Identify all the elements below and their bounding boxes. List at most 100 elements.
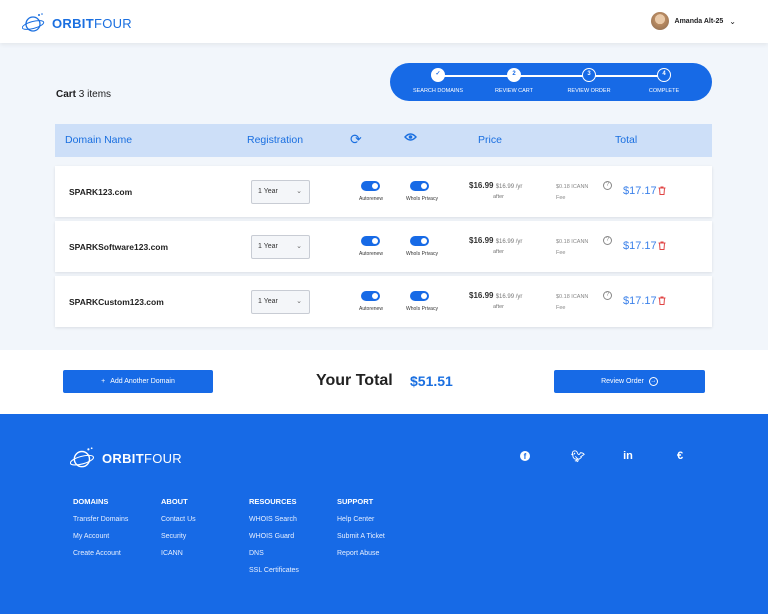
footer-link[interactable]: Create Account [73,550,128,557]
fee-label: Fee [556,195,566,201]
whois-privacy-label: WhoIs Privacy [406,306,438,312]
footer-column-about: ABOUT Contact Us Security ICANN [161,497,196,567]
footer-logo[interactable]: ORBITFOUR [70,446,182,470]
step-number: 2 [507,68,521,82]
footer-column-support: SUPPORT Help Center Submit A Ticket Report … [337,497,385,567]
cart-row: SPARKSoftware123.com 1 Year ⌄ Autorenew W… [55,221,712,272]
facebook-icon[interactable]: f [518,450,532,462]
linkedin-icon[interactable]: in [621,450,635,462]
your-total-label: Your Total [316,372,393,389]
header-registration: Registration [247,134,304,146]
row-total: $17.17 [623,185,657,197]
row-total: $17.17 [623,295,657,307]
footer-link[interactable]: ICANN [161,550,196,557]
fee-label: Fee [556,250,566,256]
registration-select[interactable]: 1 Year ⌄ [251,290,310,314]
whois-privacy-toggle[interactable] [410,236,429,246]
price: $16.99 $16.99 /yr [469,291,522,300]
footer-link[interactable]: Transfer Domains [73,516,128,523]
whois-privacy-label: WhoIs Privacy [406,196,438,202]
autorenew-toggle[interactable] [361,291,380,301]
footer-link[interactable]: WHOIS Guard [249,533,299,540]
selected-term: 1 Year [258,188,278,195]
domain-name: SPARKCustom123.com [69,297,164,307]
whois-privacy-label: WhoIs Privacy [406,251,438,257]
registration-select[interactable]: 1 Year ⌄ [251,235,310,259]
footer-link[interactable]: WHOIS Search [249,516,299,523]
brand-bold: ORBIT [52,15,94,31]
selected-term: 1 Year [258,243,278,250]
step-check-icon: ✓ [431,68,445,82]
footer-link[interactable]: Contact Us [161,516,196,523]
step-review-order: 3 REVIEW ORDER [549,68,629,94]
icann-fee: $0.18 ICANN Fee [556,182,588,204]
review-order-label: Review Order [601,378,644,385]
twitter-icon[interactable]: 🐦︎ [571,450,585,463]
footer-link[interactable]: Security [161,533,196,540]
brand-light: FOUR [93,15,132,31]
autorenew-label: Autorenew [359,306,383,312]
renewal-price: $16.99 /yr [495,294,523,300]
user-menu[interactable]: Amanda Alt-25 ⌄ [650,12,736,30]
icann-label: $0.18 ICANN [556,184,589,190]
step-number: 3 [582,68,596,82]
autorenew-label: Autorenew [359,196,383,202]
footer-link[interactable]: My Account [73,533,128,540]
cart-label: Cart [56,89,77,100]
pinterest-icon[interactable]: € [673,450,687,462]
footer-link[interactable]: Help Center [337,516,385,523]
planet-logo-icon [70,447,95,468]
whois-privacy-toggle[interactable] [410,291,429,301]
header-price: Price [478,134,502,146]
header-domain: Domain Name [65,134,133,146]
cart-title: Cart 3 items [56,89,111,100]
step-complete: 4 COMPLETE [624,68,704,94]
chevron-down-icon: ⌄ [296,188,302,195]
autorenew-toggle[interactable] [361,236,380,246]
arrow-right-circle-icon: → [648,377,658,386]
help-icon[interactable]: ? [603,236,612,245]
price: $16.99 $16.99 /yr [469,181,522,190]
add-domain-button[interactable]: + Add Another Domain [63,370,213,393]
step-label: COMPLETE [648,88,680,94]
autorenew-toggle[interactable] [361,181,380,191]
header-total: Total [615,134,638,146]
price: $16.99 $16.99 /yr [469,236,522,245]
checkout-stepper: ✓ SEARCH DOMAINS 2 REVIEW CART 3 REVIEW ORD… [390,63,712,101]
domain-name: SPARK123.com [69,187,133,197]
price-value: $16.99 [469,291,494,300]
price-value: $16.99 [469,236,494,245]
whois-privacy-toggle[interactable] [410,181,429,191]
logo[interactable]: ORBITFOUR [22,12,132,34]
footer-column-title: RESOURCES [249,497,297,506]
step-number: 4 [657,68,671,82]
icann-fee: $0.18 ICANN Fee [556,292,588,314]
footer-link[interactable]: Submit A Ticket [337,533,385,540]
step-label: REVIEW CART [494,88,534,94]
chevron-down-icon: ⌄ [296,298,302,305]
trash-icon[interactable] [658,241,666,252]
trash-icon[interactable] [658,296,666,307]
icann-label: $0.18 ICANN [556,239,589,245]
chevron-down-icon: ⌄ [729,16,736,26]
step-label: REVIEW ORDER [567,88,611,94]
step-review-cart: 2 REVIEW CART [474,68,554,94]
price-value: $16.99 [469,181,494,190]
review-order-button[interactable]: Review Order → [554,370,705,393]
footer-link[interactable]: Report Abuse [337,550,385,557]
footer-link[interactable]: SSL Certificates [249,567,299,574]
help-icon[interactable]: ? [603,181,612,190]
help-icon[interactable]: ? [603,291,612,300]
domain-name: SPARKSoftware123.com [69,242,169,252]
cart-table-header: Domain Name Registration ⟳ Price Total [55,124,712,157]
refresh-icon: ⟳ [350,131,362,147]
planet-logo-icon [22,13,45,32]
user-name: Amanda Alt-25 [674,17,724,25]
trash-icon[interactable] [658,186,666,197]
registration-select[interactable]: 1 Year ⌄ [251,180,310,204]
renewal-after: after [493,249,505,255]
renewal-price: $16.99 /yr [495,239,523,245]
footer-column-title: SUPPORT [337,497,374,506]
footer-link[interactable]: DNS [249,550,299,557]
footer-column-title: DOMAINS [73,497,109,506]
